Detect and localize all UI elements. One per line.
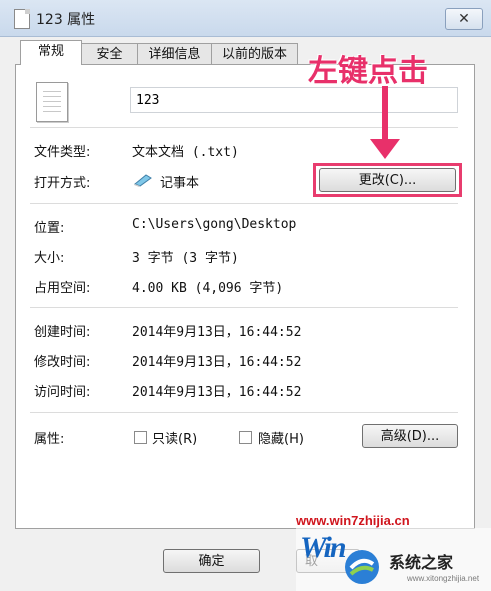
modified-value: 2014年9月13日，16:44:52 <box>132 355 302 370</box>
tab-details[interactable]: 详细信息 <box>137 43 212 64</box>
tab-previous-versions[interactable]: 以前的版本 <box>211 43 298 64</box>
size-value: 3 字节 (3 字节) <box>132 251 239 266</box>
attributes-label: 属性: <box>34 432 65 447</box>
file-type-value: 文本文档 (.txt) <box>132 145 239 160</box>
watermark-small-url: www.xitongzhijia.net <box>407 574 480 583</box>
disk-size-label: 占用空间: <box>34 281 91 296</box>
accessed-value: 2014年9月13日，16:44:52 <box>132 385 302 400</box>
close-button[interactable]: ✕ <box>445 8 483 30</box>
annotation-arrow-head <box>370 139 400 159</box>
created-value: 2014年9月13日，16:44:52 <box>132 325 302 340</box>
window-title: 123 属性 <box>36 12 96 28</box>
open-with-value: 记事本 <box>160 176 200 191</box>
location-value: C:\Users\gong\Desktop <box>132 217 297 232</box>
separator <box>30 203 458 204</box>
location-label: 位置: <box>34 221 65 236</box>
watermark-win-text: Win <box>300 531 347 564</box>
annotation-highlight-box <box>313 163 462 197</box>
general-panel <box>15 64 475 529</box>
tab-general[interactable]: 常规 <box>20 40 82 65</box>
document-icon <box>36 82 68 122</box>
readonly-checkbox[interactable] <box>134 431 147 444</box>
title-bar: 123 属性 ✕ <box>0 0 491 37</box>
watermark-logo-icon <box>345 550 379 584</box>
disk-size-value: 4.00 KB (4,096 字节) <box>132 281 284 296</box>
created-label: 创建时间: <box>34 325 91 340</box>
size-label: 大小: <box>34 251 65 266</box>
file-name-input[interactable]: 123 <box>130 87 458 113</box>
separator <box>30 307 458 308</box>
tab-security[interactable]: 安全 <box>81 43 138 64</box>
accessed-label: 访问时间: <box>34 385 91 400</box>
annotation-arrow <box>382 86 388 141</box>
open-with-label: 打开方式: <box>34 176 91 191</box>
watermark-site-name: 系统之家 <box>389 553 454 572</box>
hidden-label[interactable]: 隐藏(H) <box>258 428 304 447</box>
separator <box>30 127 458 128</box>
separator <box>30 412 458 413</box>
readonly-label[interactable]: 只读(R) <box>152 428 197 447</box>
ok-button[interactable]: 确定 <box>163 549 260 573</box>
notepad-icon <box>134 174 152 187</box>
watermark-url: www.win7zhijia.cn <box>296 513 410 528</box>
file-icon <box>14 9 30 29</box>
advanced-button[interactable]: 高级(D)... <box>362 424 458 448</box>
annotation-text: 左键点击 <box>308 54 428 89</box>
modified-label: 修改时间: <box>34 355 91 370</box>
hidden-checkbox[interactable] <box>239 431 252 444</box>
file-type-label: 文件类型: <box>34 145 91 160</box>
